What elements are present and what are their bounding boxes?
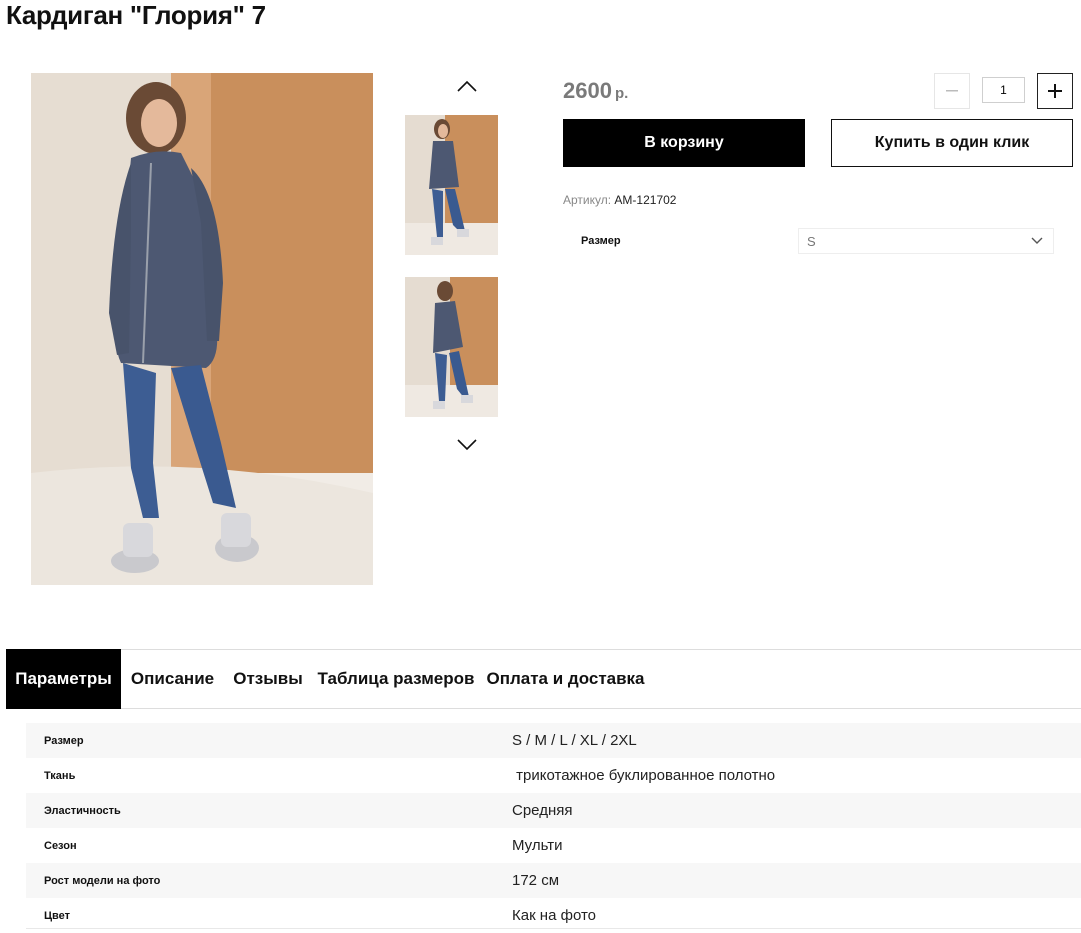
- tab-reviews[interactable]: Отзывы: [224, 649, 312, 709]
- param-value: трикотажное буклированное полотно: [512, 767, 776, 784]
- size-selected-value: S: [807, 233, 816, 249]
- param-value: S / M / L / XL / 2XL: [512, 732, 637, 749]
- gallery-down-button[interactable]: [452, 433, 482, 457]
- tab-payment-delivery[interactable]: Оплата и доставка: [480, 649, 651, 709]
- chevron-down-icon: [1031, 237, 1043, 244]
- chevron-down-icon: [457, 439, 477, 451]
- size-select[interactable]: S: [798, 228, 1054, 254]
- model-illustration: [31, 73, 373, 585]
- thumbnail-illustration: [405, 277, 498, 417]
- gallery-up-button[interactable]: [452, 74, 482, 98]
- tab-description[interactable]: Описание: [121, 649, 224, 709]
- param-value: 172 см: [512, 872, 560, 889]
- chevron-up-icon: [457, 80, 477, 92]
- thumbnail-illustration: [405, 115, 498, 255]
- product-tabs: Параметры Описание Отзывы Таблица размер…: [6, 649, 1081, 709]
- price-currency: р.: [614, 85, 629, 102]
- gallery-thumbnail[interactable]: [405, 115, 498, 255]
- add-to-cart-button[interactable]: В корзину: [563, 119, 805, 167]
- buy-one-click-button[interactable]: Купить в один клик: [831, 119, 1073, 167]
- minus-icon: [946, 90, 958, 92]
- quantity-input[interactable]: [982, 77, 1025, 103]
- sku-value: AM-121702: [614, 193, 677, 207]
- table-row: Рост модели на фото 172 см: [26, 863, 1081, 898]
- product-title: Кардиган "Глория" 7: [6, 0, 266, 30]
- table-row: Размер S / M / L / XL / 2XL: [26, 723, 1081, 758]
- param-value: Средняя: [512, 802, 573, 819]
- param-name: Цвет: [44, 909, 71, 922]
- plus-icon: [1048, 84, 1062, 98]
- tab-size-chart[interactable]: Таблица размеров: [312, 649, 480, 709]
- product-price: 2600 р.: [563, 78, 628, 104]
- gallery-thumbnail[interactable]: [405, 277, 498, 417]
- table-row: Сезон Мульти: [26, 828, 1081, 863]
- param-value: Мульти: [512, 837, 563, 854]
- param-name: Рост модели на фото: [44, 874, 161, 887]
- tab-parameters[interactable]: Параметры: [6, 649, 121, 709]
- param-name: Ткань: [44, 769, 76, 782]
- table-row: Ткань трикотажное буклированное полотно: [26, 758, 1081, 793]
- divider: [26, 928, 1081, 929]
- param-value: Как на фото: [512, 907, 597, 924]
- param-name: Размер: [44, 734, 84, 747]
- parameters-table: Размер S / M / L / XL / 2XL Ткань трикот…: [26, 723, 1081, 933]
- quantity-decrease-button[interactable]: [934, 73, 970, 109]
- sku: Артикул: AM-121702: [563, 193, 676, 207]
- sku-label: Артикул:: [563, 193, 612, 207]
- param-name: Эластичность: [44, 804, 121, 817]
- price-value: 2600: [563, 78, 612, 103]
- table-row: Эластичность Средняя: [26, 793, 1081, 828]
- size-label: Размер: [581, 235, 621, 247]
- quantity-increase-button[interactable]: [1037, 73, 1073, 109]
- param-name: Сезон: [44, 839, 77, 852]
- main-product-photo[interactable]: [31, 73, 373, 585]
